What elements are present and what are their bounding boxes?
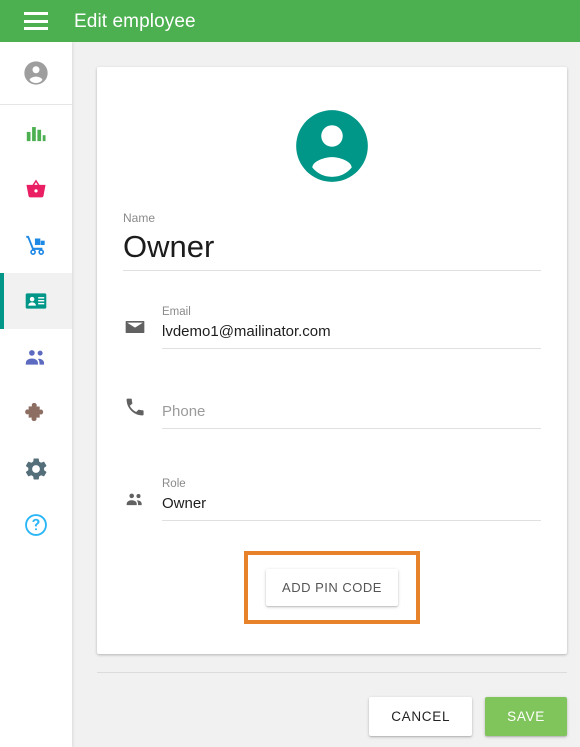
- phone-icon: [123, 395, 147, 419]
- account-circle-icon: [289, 103, 375, 189]
- name-input[interactable]: Owner: [123, 226, 541, 268]
- field-email-body[interactable]: Email lvdemo1@mailinator.com: [162, 305, 541, 349]
- page-title: Edit employee: [74, 10, 196, 32]
- shopping-basket-icon: [23, 176, 49, 202]
- save-button[interactable]: SAVE: [485, 697, 567, 736]
- target-highlight-box: ADD PIN CODE: [244, 551, 420, 624]
- field-name-label: Name: [123, 211, 156, 225]
- hamburger-bar: [24, 27, 48, 30]
- avatar: [97, 67, 567, 211]
- help-circle-icon: [23, 512, 49, 538]
- account-circle-icon: [22, 59, 50, 87]
- field-role[interactable]: Role Owner: [123, 477, 541, 521]
- field-name-body[interactable]: Name Owner: [123, 211, 541, 271]
- field-role-label: Role: [162, 478, 186, 490]
- field-email-label: Email: [162, 306, 191, 318]
- sidebar-item-settings[interactable]: [0, 441, 72, 497]
- content-area: Name Owner Email lvdemo1@mailinator.com: [72, 42, 580, 747]
- hamburger-menu-icon[interactable]: [24, 12, 48, 30]
- form-actions: CANCEL SAVE: [97, 697, 567, 736]
- sidebar: [0, 42, 72, 747]
- id-badge-icon: [23, 288, 49, 314]
- field-email[interactable]: Email lvdemo1@mailinator.com: [123, 305, 541, 349]
- edit-employee-screen: Edit employee Name Owner Email lvdemo1@m…: [0, 0, 580, 747]
- hamburger-bar: [24, 19, 48, 23]
- pin-code-area: ADD PIN CODE: [97, 521, 567, 654]
- email-input[interactable]: lvdemo1@mailinator.com: [162, 321, 541, 343]
- role-input[interactable]: Owner: [162, 493, 541, 515]
- gear-icon: [23, 456, 49, 482]
- sidebar-item-inventory[interactable]: [0, 217, 72, 273]
- employee-form: Name Owner Email lvdemo1@mailinator.com: [97, 211, 567, 521]
- field-phone-body[interactable]: Phone: [162, 401, 541, 429]
- delivery-cart-icon: [23, 232, 49, 258]
- sidebar-item-customers[interactable]: [0, 329, 72, 385]
- sidebar-item-integrations[interactable]: [0, 385, 72, 441]
- field-phone[interactable]: Phone: [123, 395, 541, 429]
- sidebar-item-help[interactable]: [0, 497, 72, 553]
- hamburger-bar: [24, 12, 48, 15]
- cancel-button[interactable]: CANCEL: [369, 697, 473, 736]
- sidebar-account[interactable]: [0, 42, 72, 105]
- sidebar-item-reports[interactable]: [0, 105, 72, 161]
- people-group-icon: [23, 344, 49, 370]
- employee-card: Name Owner Email lvdemo1@mailinator.com: [97, 67, 567, 654]
- field-name[interactable]: Name Owner: [123, 211, 541, 271]
- puzzle-piece-icon: [23, 400, 49, 426]
- app-header: Edit employee: [0, 0, 580, 42]
- people-icon: [123, 487, 147, 511]
- field-role-body[interactable]: Role Owner: [162, 477, 541, 521]
- phone-input[interactable]: Phone: [162, 401, 541, 423]
- add-pin-code-button[interactable]: ADD PIN CODE: [266, 569, 398, 606]
- bar-chart-icon: [23, 120, 49, 146]
- sidebar-item-employees[interactable]: [0, 273, 72, 329]
- email-icon: [123, 315, 147, 339]
- sidebar-item-sales[interactable]: [0, 161, 72, 217]
- footer-divider: [97, 672, 567, 673]
